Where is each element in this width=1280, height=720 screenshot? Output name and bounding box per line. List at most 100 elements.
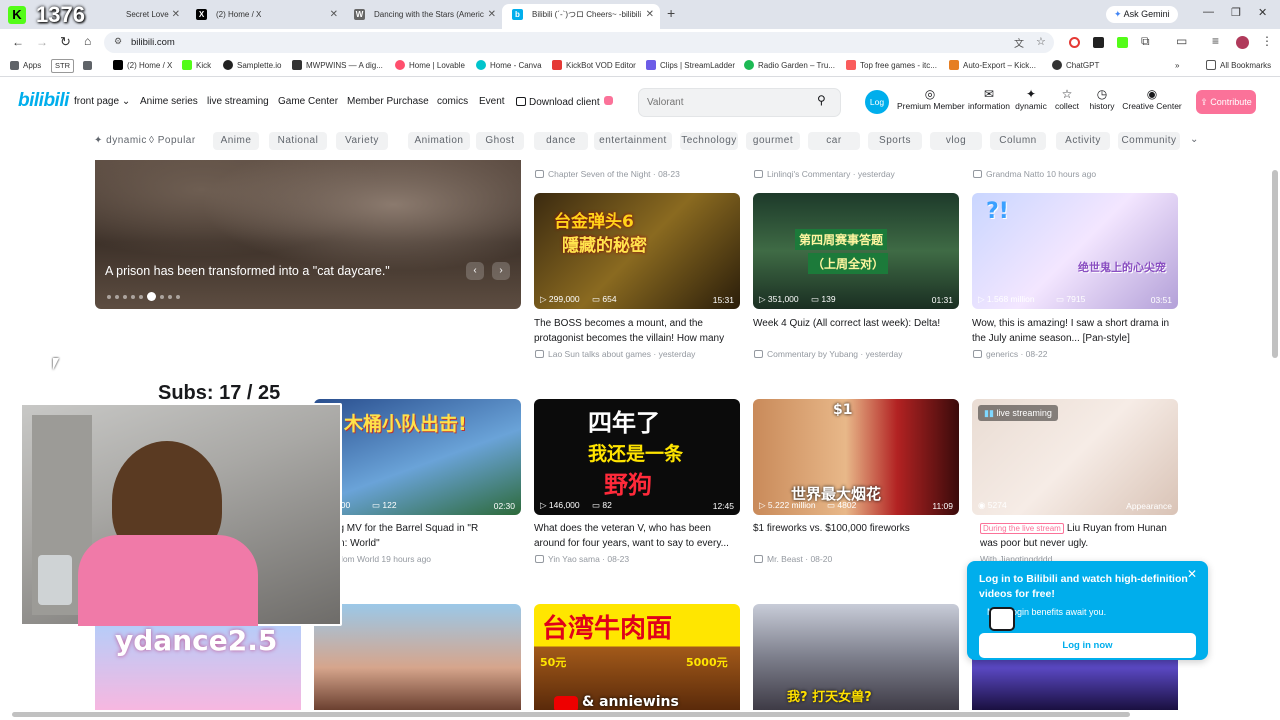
- channel-car[interactable]: car: [808, 132, 860, 150]
- record-extension-icon[interactable]: [1069, 37, 1080, 48]
- tab-bilibili[interactable]: b Bilibili (´-`)つロ Cheers~ -bilibili ✕: [502, 4, 660, 29]
- new-tab-button[interactable]: +: [667, 5, 675, 21]
- bookmark-streamladder[interactable]: Clips | StreamLadder: [646, 59, 735, 73]
- top-meta-1[interactable]: Chapter Seven of the Night · 08-23: [535, 169, 680, 179]
- close-tab-icon[interactable]: ✕: [330, 4, 338, 25]
- carousel-next-button[interactable]: ›: [492, 262, 510, 280]
- carousel-dot[interactable]: [160, 294, 164, 299]
- search-box[interactable]: ⚲: [638, 88, 841, 117]
- vertical-scrollbar[interactable]: [1272, 170, 1278, 358]
- extension-icon[interactable]: [1093, 37, 1104, 48]
- banner-carousel[interactable]: A prison has been transformed into a "ca…: [95, 160, 521, 309]
- channel-anime[interactable]: Anime: [213, 132, 259, 150]
- video-title[interactable]: What does the veteran V, who has been ar…: [534, 521, 730, 551]
- carousel-dot[interactable]: [139, 294, 143, 299]
- top-meta-2[interactable]: Linlinqi's Commentary · yesterday: [754, 169, 895, 179]
- video-thumbnail[interactable]: $1 世界最大烟花 ▷ 5.222 million ▭ 4802 11:09: [753, 399, 959, 515]
- live-thumbnail[interactable]: ▮▮ live streaming ◉ 5274 Appearance: [972, 399, 1178, 515]
- collect-link[interactable]: ☆ collect: [1050, 88, 1084, 111]
- close-tab-icon[interactable]: ✕: [172, 4, 180, 25]
- video-thumbnail[interactable]: 台金弹头6 隱藏的秘密 ▷ 299,000 ▭ 654 15:31: [534, 193, 740, 309]
- banner-caption[interactable]: A prison has been transformed into a "ca…: [105, 264, 390, 278]
- video-thumbnail[interactable]: 台湾牛肉面 50元 5000元 & anniewins: [534, 604, 740, 710]
- bookmark-apps[interactable]: Apps: [10, 59, 41, 73]
- bookmark-itch[interactable]: Top free games - itc...: [846, 59, 937, 73]
- close-popup-icon[interactable]: ✕: [1187, 567, 1197, 581]
- carousel-dot[interactable]: [115, 294, 119, 299]
- bookmark-grid[interactable]: [83, 59, 96, 73]
- tab-wikipedia[interactable]: W Dancing with the Stars (Americ ✕: [344, 4, 502, 29]
- video-title[interactable]: e song MV for the Barrel Squad in "R ngd…: [314, 521, 514, 551]
- channel-dance[interactable]: dance: [534, 132, 588, 150]
- bookmark-chatgpt[interactable]: ChatGPT: [1052, 59, 1099, 73]
- login-avatar[interactable]: Log: [865, 90, 889, 114]
- creative-center-link[interactable]: ◉ Creative Center: [1120, 88, 1184, 111]
- close-tab-icon[interactable]: ✕: [646, 4, 654, 25]
- bookmark-x[interactable]: (2) Home / X: [113, 59, 172, 73]
- carousel-dot[interactable]: [107, 294, 111, 299]
- channel-community[interactable]: Community: [1118, 132, 1180, 150]
- video-thumbnail[interactable]: 第四周赛事答题 （上周全对） ▷ 351,000 ▭ 139 01:31: [753, 193, 959, 309]
- bookmark-kick[interactable]: Kick: [182, 59, 211, 73]
- reload-icon[interactable]: ↻: [60, 34, 71, 50]
- ask-gemini-button[interactable]: ✦ Ask Gemini: [1106, 6, 1178, 23]
- nav-game-center[interactable]: Game Center: [278, 96, 338, 107]
- information-link[interactable]: ✉ information: [965, 88, 1013, 111]
- live-title[interactable]: During the live stream Liu Ruyan from Hun…: [980, 521, 1176, 551]
- all-bookmarks[interactable]: All Bookmarks: [1206, 59, 1271, 73]
- kick-extension-icon[interactable]: [1117, 37, 1128, 48]
- maximize-button[interactable]: ❐: [1231, 6, 1241, 19]
- channel-variety[interactable]: Variety: [336, 132, 388, 150]
- channel-animation[interactable]: Animation: [408, 132, 470, 150]
- top-meta-3[interactable]: Grandma Natto 10 hours ago: [973, 169, 1096, 179]
- star-icon[interactable]: ☆: [1036, 35, 1046, 48]
- nav-live-streaming[interactable]: live streaming: [207, 96, 269, 107]
- close-tab-icon[interactable]: ✕: [488, 4, 496, 25]
- channel-popular[interactable]: ◊ Popular: [149, 135, 196, 146]
- sidebar-icon[interactable]: ▭: [1176, 34, 1187, 48]
- nav-event[interactable]: Event: [479, 96, 505, 107]
- horizontal-scrollbar[interactable]: [12, 712, 1130, 717]
- nav-download-client[interactable]: Download client: [516, 96, 614, 108]
- login-now-button[interactable]: Log in now: [979, 633, 1196, 658]
- history-link[interactable]: ◷ history: [1086, 88, 1118, 111]
- address-bar[interactable]: ⚙ bilibili.com 文 ☆: [104, 32, 1054, 53]
- channel-column[interactable]: Column: [990, 132, 1046, 150]
- nav-member-purchase[interactable]: Member Purchase: [347, 96, 429, 107]
- video-meta[interactable]: Lao Sun talks about games · yesterday: [535, 349, 695, 359]
- close-window-button[interactable]: ✕: [1258, 6, 1267, 19]
- bookmark-str[interactable]: STR: [51, 59, 74, 73]
- channel-ghost[interactable]: Ghost: [476, 132, 524, 150]
- channel-technology[interactable]: Technology: [680, 132, 738, 150]
- carousel-dot[interactable]: [131, 294, 135, 299]
- channel-activity[interactable]: Activity: [1056, 132, 1110, 150]
- dynamic-link[interactable]: ✦ dynamic: [1012, 88, 1050, 111]
- profile-avatar[interactable]: [1236, 36, 1249, 49]
- reading-list-icon[interactable]: ≡: [1212, 34, 1219, 48]
- video-title[interactable]: Week 4 Quiz (All correct last week): Del…: [753, 316, 953, 346]
- channel-gourmet[interactable]: gourmet: [746, 132, 800, 150]
- bookmark-canva[interactable]: Home - Canva: [476, 59, 542, 73]
- nav-comics[interactable]: comics: [437, 96, 468, 107]
- back-icon[interactable]: ←: [12, 35, 24, 49]
- bookmark-lovable[interactable]: Home | Lovable: [395, 59, 465, 73]
- translate-icon[interactable]: 文: [1014, 35, 1024, 50]
- video-thumbnail[interactable]: 我? 打天女兽?: [753, 604, 959, 710]
- bookmark-kickbot[interactable]: KickBot VOD Editor: [552, 59, 636, 73]
- bookmark-radio-garden[interactable]: Radio Garden – Tru...: [744, 59, 835, 73]
- nav-anime-series[interactable]: Anime series: [140, 96, 198, 107]
- minimize-button[interactable]: —: [1203, 6, 1214, 18]
- premium-member-link[interactable]: ◎ Premium Member: [897, 88, 965, 111]
- nav-front-page[interactable]: front page ⌄: [74, 96, 130, 107]
- video-meta[interactable]: Mr. Beast · 08-20: [754, 554, 832, 564]
- bookmark-samplette[interactable]: Samplette.io: [223, 59, 281, 73]
- video-title[interactable]: $1 fireworks vs. $100,000 fireworks: [753, 521, 953, 536]
- tab-secret-love[interactable]: Secret Love ✕: [96, 4, 186, 29]
- video-title[interactable]: The BOSS becomes a mount, and the protag…: [534, 316, 730, 346]
- video-thumbnail[interactable]: [314, 604, 521, 710]
- video-meta[interactable]: Commentary by Yubang · yesterday: [754, 349, 902, 359]
- tab-x-home[interactable]: X (2) Home / X ✕: [186, 4, 344, 29]
- video-meta[interactable]: generics · 08-22: [973, 349, 1047, 359]
- channel-national[interactable]: National: [269, 132, 327, 150]
- contribute-button[interactable]: ⇪ Contribute: [1196, 90, 1256, 114]
